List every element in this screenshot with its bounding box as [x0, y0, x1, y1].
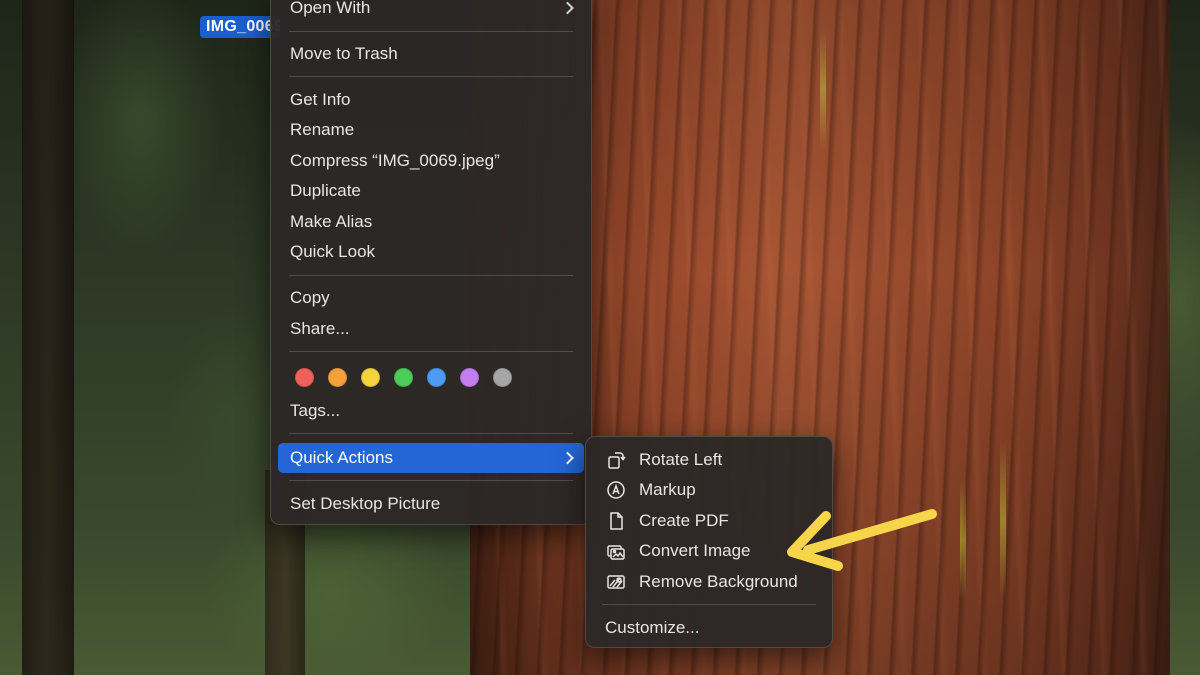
menu-item-label: Compress “IMG_0069.jpeg”	[290, 151, 500, 170]
menu-separator	[289, 275, 573, 276]
menu-item-quick-look[interactable]: Quick Look	[278, 237, 584, 267]
desktop-file-label[interactable]: IMG_0069.jpeg	[200, 16, 280, 38]
menu-item-make-alias[interactable]: Make Alias	[278, 207, 584, 237]
menu-separator	[289, 76, 573, 77]
moss-streak	[960, 480, 966, 600]
menu-item-rename[interactable]: Rename	[278, 115, 584, 145]
menu-separator	[289, 433, 573, 434]
submenu-item-label: Markup	[639, 480, 696, 499]
tag-orange[interactable]	[328, 367, 347, 387]
menu-item-compress[interactable]: Compress “IMG_0069.jpeg”	[278, 146, 584, 176]
menu-separator	[289, 351, 573, 352]
menu-item-label: Tags...	[290, 401, 341, 420]
submenu-item-label: Rotate Left	[639, 450, 723, 469]
menu-item-quick-actions[interactable]: Quick Actions	[278, 443, 584, 473]
moss-streak	[820, 30, 826, 150]
submenu-item-label: Customize...	[605, 618, 700, 637]
menu-item-label: Get Info	[290, 90, 351, 109]
submenu-item-label: Remove Background	[639, 572, 798, 591]
submenu-item-label: Create PDF	[639, 511, 729, 530]
menu-item-tags[interactable]: Tags...	[278, 396, 584, 426]
menu-item-copy[interactable]: Copy	[278, 283, 584, 313]
menu-item-share[interactable]: Share...	[278, 314, 584, 344]
context-menu: Open With Move to Trash Get Info Rename …	[270, 0, 592, 525]
menu-separator	[289, 480, 573, 481]
menu-item-label: Rename	[290, 120, 355, 139]
tag-purple[interactable]	[460, 367, 479, 387]
submenu-item-label: Convert Image	[639, 541, 751, 560]
menu-item-label: Set Desktop Picture	[290, 494, 441, 513]
moss-streak	[1000, 440, 1006, 600]
menu-item-label: Make Alias	[290, 212, 373, 231]
menu-item-label: Open With	[290, 0, 371, 17]
submenu-item-customize[interactable]: Customize...	[593, 613, 825, 643]
tag-red[interactable]	[295, 367, 314, 387]
markup-icon	[605, 479, 627, 501]
menu-item-label: Copy	[290, 288, 330, 307]
menu-item-move-to-trash[interactable]: Move to Trash	[278, 39, 584, 69]
annotation-arrow-icon	[787, 509, 937, 571]
remove-background-icon	[605, 571, 627, 593]
rotate-left-icon	[605, 449, 627, 471]
menu-item-label: Quick Actions	[290, 448, 393, 467]
chevron-right-icon	[561, 451, 574, 465]
menu-item-label: Duplicate	[290, 181, 361, 200]
menu-item-label: Share...	[290, 319, 350, 338]
menu-item-get-info[interactable]: Get Info	[278, 85, 584, 115]
tag-colors-row	[295, 366, 512, 388]
background-tree-trunk	[22, 0, 74, 675]
menu-item-set-desktop-picture[interactable]: Set Desktop Picture	[278, 489, 584, 519]
chevron-right-icon	[561, 1, 574, 15]
menu-item-open-with[interactable]: Open With	[278, 0, 584, 23]
tag-yellow[interactable]	[361, 367, 380, 387]
tag-gray[interactable]	[493, 367, 512, 387]
menu-separator	[289, 31, 573, 32]
submenu-separator	[602, 604, 816, 605]
tag-green[interactable]	[394, 367, 413, 387]
submenu-item-rotate-left[interactable]: Rotate Left	[593, 445, 825, 475]
menu-item-duplicate[interactable]: Duplicate	[278, 176, 584, 206]
tag-blue[interactable]	[427, 367, 446, 387]
image-convert-icon	[605, 540, 627, 562]
menu-item-label: Move to Trash	[290, 44, 398, 63]
menu-item-label: Quick Look	[290, 242, 376, 261]
document-icon	[605, 510, 627, 532]
